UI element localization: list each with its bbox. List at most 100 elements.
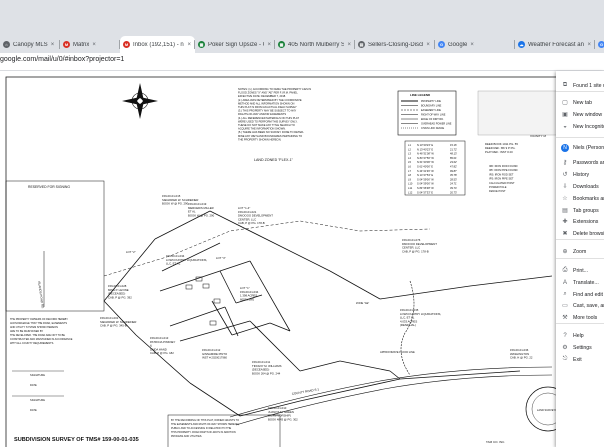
- menu-print[interactable]: ⎙ Print...: [556, 265, 604, 276]
- tab-3[interactable]: ▦ Poker Sign Upsize - G ×: [195, 36, 275, 53]
- survey-note: ACQUIRE THE INFORMATION SHOWN.: [238, 127, 286, 131]
- browser-menu: ⧉ Found 1 site us ▢ New tab ▣ New window ◒ New …: [556, 71, 604, 447]
- survey-note: (2.) AREA WAS DETERMINED BY THE COORDINA…: [238, 98, 302, 102]
- survey-title: SUBDIVISION SURVEY OF TMS# 159-00-01-035: [14, 437, 139, 443]
- translate-icon: A: [562, 279, 567, 286]
- vicinity-map-box: [477, 90, 559, 136]
- menu-settings[interactable]: ⚙ Settings: [556, 342, 604, 353]
- line-table-cell: N 61°40'06" W: [417, 160, 434, 164]
- star-icon: ☆: [562, 196, 568, 202]
- line-table-cell: L1: [408, 143, 411, 147]
- survey-note: MINE ANY WETLAND BOUNDARIES PERTAINING T…: [238, 134, 302, 138]
- line-table-cell: 15.16': [450, 143, 457, 147]
- menu-help[interactable]: ? Help: [556, 330, 604, 341]
- menu-extensions[interactable]: ✚ Extensions: [556, 216, 604, 227]
- exit-icon: ⎋: [562, 356, 568, 362]
- line-table-cell: 99.87': [450, 169, 457, 173]
- menu-downloads[interactable]: ⇩ Downloads: [556, 181, 604, 192]
- menu-new-window[interactable]: ▣ New window: [556, 109, 604, 120]
- menu-item-label: Exit: [573, 356, 582, 363]
- close-icon[interactable]: ×: [92, 42, 96, 48]
- property-line: [339, 360, 391, 372]
- line-table-cell: 24.71': [450, 182, 457, 186]
- tab-label: Sellers-Closing-Discl: [368, 41, 424, 48]
- monument-legend: CALCULATED POINT: [489, 181, 515, 185]
- survey-note: (5.) THERE HAS BEEN NO SURVEY DONE TO DE…: [238, 130, 304, 134]
- tab-2[interactable]: MInbox (192,151) - niels.×: [120, 36, 195, 53]
- menu-divider: [556, 239, 604, 240]
- menu-found-site[interactable]: ⧉ Found 1 site us: [556, 80, 604, 91]
- menu-bookmarks[interactable]: ☆ Bookmarks an: [556, 193, 604, 204]
- menu-new-incognito[interactable]: ◒ New Incognito: [556, 121, 604, 132]
- profile-icon: N: [561, 143, 569, 152]
- line-table-cell: N 14°47'53" E: [417, 173, 433, 177]
- close-icon[interactable]: ×: [267, 42, 271, 48]
- history-icon: ↺: [562, 172, 568, 178]
- close-icon[interactable]: ×: [187, 42, 191, 48]
- google-icon: G: [438, 41, 445, 48]
- doc-icon: ▤: [358, 41, 365, 48]
- tab-7[interactable]: ☁ Weather Forecast and ×: [515, 36, 595, 53]
- menu-cast[interactable]: ▭ Cast, save, an: [556, 300, 604, 311]
- signature-label: SIGNATURE: [30, 373, 45, 377]
- menu-new-tab[interactable]: ▢ New tab: [556, 97, 604, 108]
- tab-label: 405 North Mulberry S: [288, 41, 345, 48]
- line-legend-item: BOUNDARY LINE: [421, 105, 442, 108]
- survey-plat: NOTES: (1.) ACCORDING TO FEMA THE PROPER…: [5, 76, 571, 447]
- survey-note: THIS PLAT IS FROM AN ACTUAL FIELD SURVEY: [238, 105, 297, 109]
- tab-icon: ▢: [562, 100, 568, 106]
- close-icon[interactable]: ×: [587, 42, 591, 48]
- tab-1[interactable]: M Matrix ×: [60, 36, 120, 53]
- menu-tab-groups[interactable]: ▤ Tab groups: [556, 205, 604, 216]
- owner-label: BOOK W @ PG. 290: [188, 213, 215, 217]
- property-line: [211, 300, 233, 336]
- tab-0[interactable]: ⌂ Canopy MLS ×: [0, 36, 60, 53]
- menu-exit[interactable]: ⎋ Exit: [556, 354, 604, 365]
- menu-more-tools[interactable]: ⚒ More tools: [556, 312, 604, 323]
- menu-history[interactable]: ↺ History: [556, 169, 604, 180]
- reserved-signing-box: [5, 180, 105, 312]
- sheets-icon: ▦: [198, 41, 205, 48]
- easement-line: [103, 220, 431, 277]
- line-table-cell: 21.72': [450, 147, 457, 151]
- deed-reference: PLAT REF.: INST # 20: [485, 150, 513, 154]
- close-icon[interactable]: ×: [426, 42, 430, 48]
- google-icon: G: [598, 41, 604, 48]
- menu-item-label: Delete browsi: [573, 230, 604, 237]
- menu-item-label: Passwords an: [573, 159, 604, 166]
- menu-profile[interactable]: N Niels (Person: [556, 142, 604, 153]
- property-line: [169, 306, 226, 327]
- puzzle-icon: ✚: [562, 219, 568, 225]
- gear-icon: ⚙: [562, 345, 568, 351]
- url-field[interactable]: google.com/mail/u/0/#inbox?projector=1: [0, 56, 124, 63]
- signature-label: DATE: [30, 383, 37, 387]
- lot-label: LOT "3": [216, 256, 226, 260]
- close-icon[interactable]: ×: [347, 42, 351, 48]
- tab-6[interactable]: G Google ×: [435, 36, 515, 53]
- owner-label: LLC, ET AL: [166, 262, 181, 266]
- close-icon[interactable]: ×: [51, 42, 55, 48]
- survey-note: RIGHTS-OF-WAY AND/OR EASEMENTS: [238, 112, 286, 116]
- tab-4[interactable]: ▦ 405 North Mulberry S ×: [275, 36, 355, 53]
- menu-passwords[interactable]: ⚷ Passwords an: [556, 157, 604, 168]
- menu-translate[interactable]: A Translate...: [556, 277, 604, 288]
- menu-delete-browsing[interactable]: ✖ Delete browsi: [556, 228, 604, 239]
- tab-8[interactable]: GGo: [595, 36, 604, 53]
- tab-5[interactable]: ▤ Sellers-Closing-Discl ×: [355, 36, 435, 53]
- line-table-cell: N 13°40'23" E: [417, 143, 433, 147]
- line-table-cell: N 13°40'23" E: [417, 147, 433, 151]
- property-line: [379, 285, 471, 300]
- line-table-cell: S 04°37'33" E: [417, 190, 433, 194]
- owner-label: CAB, P @ PG. 178-B: [238, 221, 265, 225]
- menu-item-label: Niels (Person: [573, 144, 604, 151]
- close-icon[interactable]: ×: [470, 42, 474, 48]
- app-icon: ⧉: [562, 82, 568, 88]
- menu-find[interactable]: ⌕ Find and edit: [556, 289, 604, 300]
- menu-zoom[interactable]: ⊕ Zoom: [556, 246, 604, 257]
- gmail-icon: M: [123, 41, 130, 48]
- monument-legend: IPS: IRON PIPE SET: [489, 177, 514, 181]
- matrix-icon: M: [63, 41, 70, 48]
- line-legend-item: OVERHEAD POWER LINE: [421, 123, 452, 126]
- line-table-cell: S 61°40'06" E: [417, 165, 433, 169]
- owner-label: BOOK W @ PG. 290: [162, 202, 189, 206]
